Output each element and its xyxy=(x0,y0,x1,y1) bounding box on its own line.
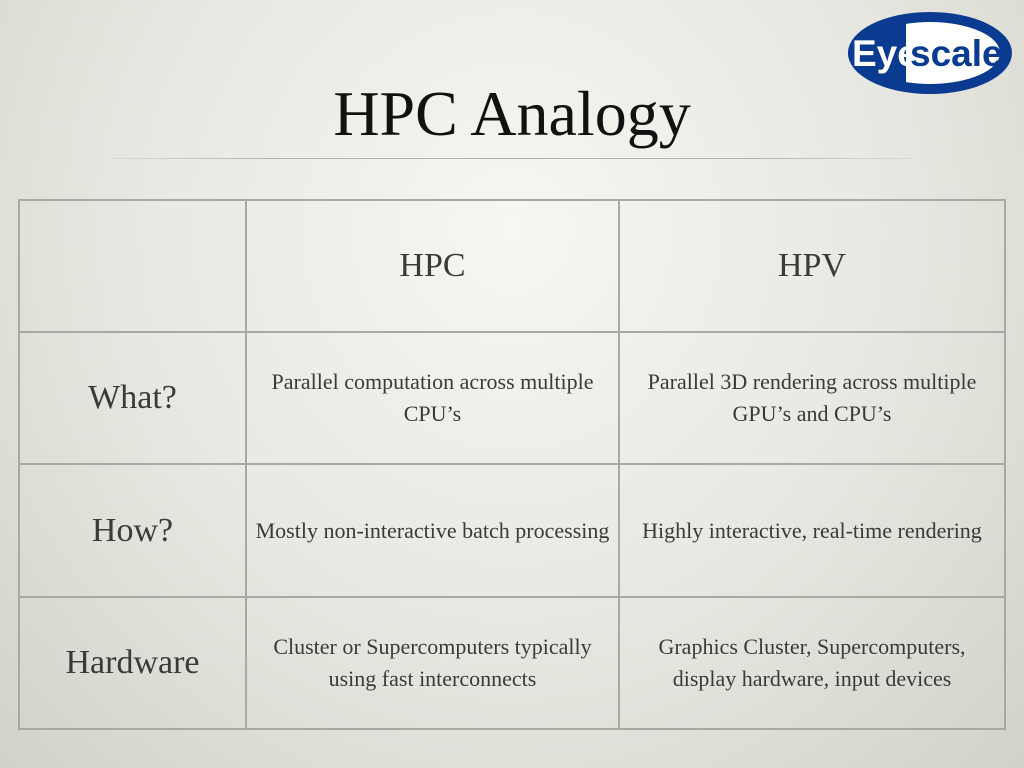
title-divider xyxy=(112,158,912,159)
header-cell-hpc: HPC xyxy=(245,199,620,333)
cell-what-hpc: Parallel computation across multiple CPU… xyxy=(245,331,620,465)
table-row: How? Mostly non-interactive batch proces… xyxy=(18,463,1006,598)
cell-hardware-hpc: Cluster or Supercomputers typically usin… xyxy=(245,596,620,730)
row-label-what: What? xyxy=(18,331,247,465)
table-row: Hardware Cluster or Supercomputers typic… xyxy=(18,596,1006,730)
comparison-table: HPC HPV What? Parallel computation acros… xyxy=(18,199,1006,730)
row-label-hardware: Hardware xyxy=(18,596,247,730)
logo-text-scale: scale xyxy=(910,33,1003,74)
cell-how-hpv: Highly interactive, real-time rendering xyxy=(618,463,1006,598)
cell-how-hpc: Mostly non-interactive batch processing xyxy=(245,463,620,598)
table-row: What? Parallel computation across multip… xyxy=(18,331,1006,465)
header-cell-hpv: HPV xyxy=(618,199,1006,333)
cell-hardware-hpv: Graphics Cluster, Supercomputers, displa… xyxy=(618,596,1006,730)
table-header-row: HPC HPV xyxy=(18,199,1006,333)
logo-text-eye: Eye xyxy=(852,33,918,74)
row-label-how: How? xyxy=(18,463,247,598)
header-cell-empty xyxy=(18,199,247,333)
slide-title: HPC Analogy xyxy=(333,78,691,149)
cell-what-hpv: Parallel 3D rendering across multiple GP… xyxy=(618,331,1006,465)
